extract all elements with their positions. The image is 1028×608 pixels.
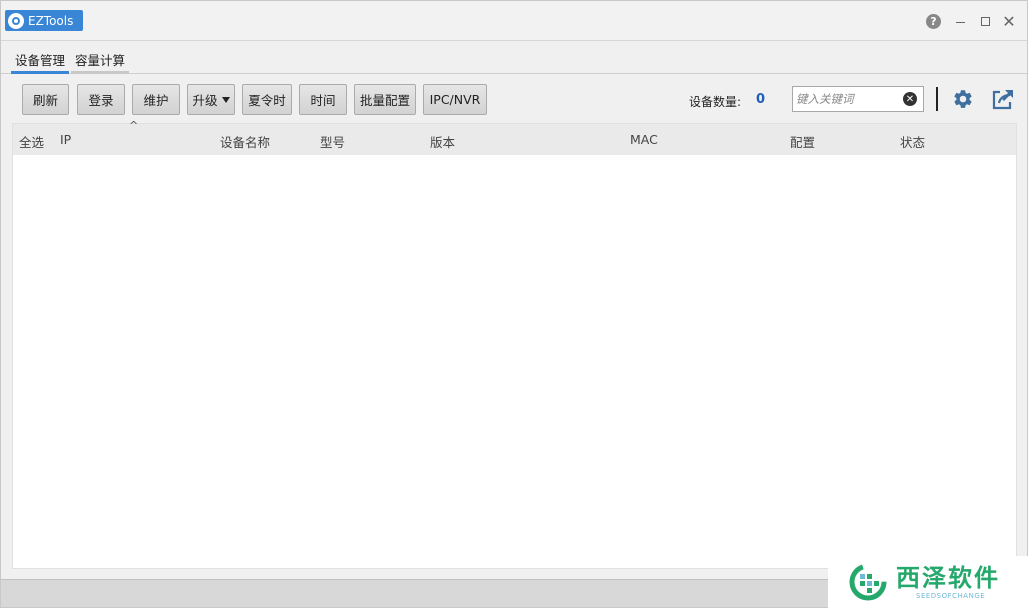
login-button[interactable]: 登录 — [77, 84, 125, 115]
device-count-value: 0 — [756, 92, 766, 107]
device-count-label: 设备数量: — [689, 95, 742, 109]
tab-capacity-calculation[interactable]: 容量计算 — [71, 50, 130, 74]
gear-icon[interactable] — [952, 88, 974, 110]
refresh-button[interactable]: 刷新 — [22, 84, 69, 115]
share-icon[interactable] — [991, 88, 1015, 110]
time-button[interactable]: 时间 — [299, 84, 347, 115]
column-mac[interactable]: MAC — [630, 132, 658, 147]
app-window: EZTools ? ✕ 设备管理 容量计算 刷新 登录 维护 升级 夏令时 时间… — [0, 0, 1028, 608]
column-version[interactable]: 版本 — [430, 132, 455, 151]
tab-bar: 设备管理 容量计算 — [1, 42, 1027, 74]
tab-device-management[interactable]: 设备管理 — [11, 50, 70, 74]
watermark: 西泽软件 SEEDSOFCHANGE — [828, 556, 1028, 608]
column-status[interactable]: 状态 — [900, 132, 925, 151]
watermark-title: 西泽软件 — [896, 564, 1000, 592]
close-icon[interactable]: ✕ — [1001, 12, 1017, 31]
help-icon[interactable]: ? — [926, 14, 941, 29]
search-input[interactable] — [796, 90, 900, 108]
sort-indicator-icon: ^ — [129, 119, 139, 132]
watermark-subtitle: SEEDSOFCHANGE — [916, 592, 986, 600]
table-header: 全选 IP ^ 设备名称 型号 版本 MAC 配置 状态 — [13, 119, 1016, 155]
upgrade-dropdown-button[interactable]: 升级 — [187, 84, 235, 115]
toolbar-divider — [936, 87, 938, 111]
dst-button[interactable]: 夏令时 — [242, 84, 292, 115]
batch-config-button[interactable]: 批量配置 — [354, 84, 416, 115]
maximize-icon[interactable] — [977, 13, 993, 29]
column-config[interactable]: 配置 — [790, 132, 815, 151]
clear-icon[interactable]: ✕ — [903, 92, 917, 106]
search-box: ✕ — [792, 86, 924, 112]
title-bar[interactable]: EZTools ? ✕ — [1, 1, 1027, 41]
watermark-logo-icon — [849, 563, 887, 601]
device-table: 全选 IP ^ 设备名称 型号 版本 MAC 配置 状态 — [12, 119, 1017, 569]
toolbar: 刷新 登录 维护 升级 夏令时 时间 批量配置 IPC/NVR 设备数量: 0 … — [1, 75, 1027, 123]
caret-down-icon — [221, 96, 230, 103]
column-select-all[interactable]: 全选 — [19, 132, 44, 151]
column-ip[interactable]: IP — [60, 132, 71, 147]
column-model[interactable]: 型号 — [320, 132, 345, 151]
app-title: EZTools — [28, 13, 74, 28]
column-device-name[interactable]: 设备名称 — [220, 132, 270, 151]
upgrade-label: 升级 — [192, 93, 218, 108]
app-logo-icon — [8, 12, 24, 29]
watermark-text: 西泽软件 SEEDSOFCHANGE — [896, 564, 1000, 600]
ipc-nvr-button[interactable]: IPC/NVR — [423, 84, 487, 115]
minimize-icon[interactable] — [952, 13, 968, 29]
app-title-badge: EZTools — [5, 10, 83, 31]
maintain-button[interactable]: 维护 — [132, 84, 180, 115]
